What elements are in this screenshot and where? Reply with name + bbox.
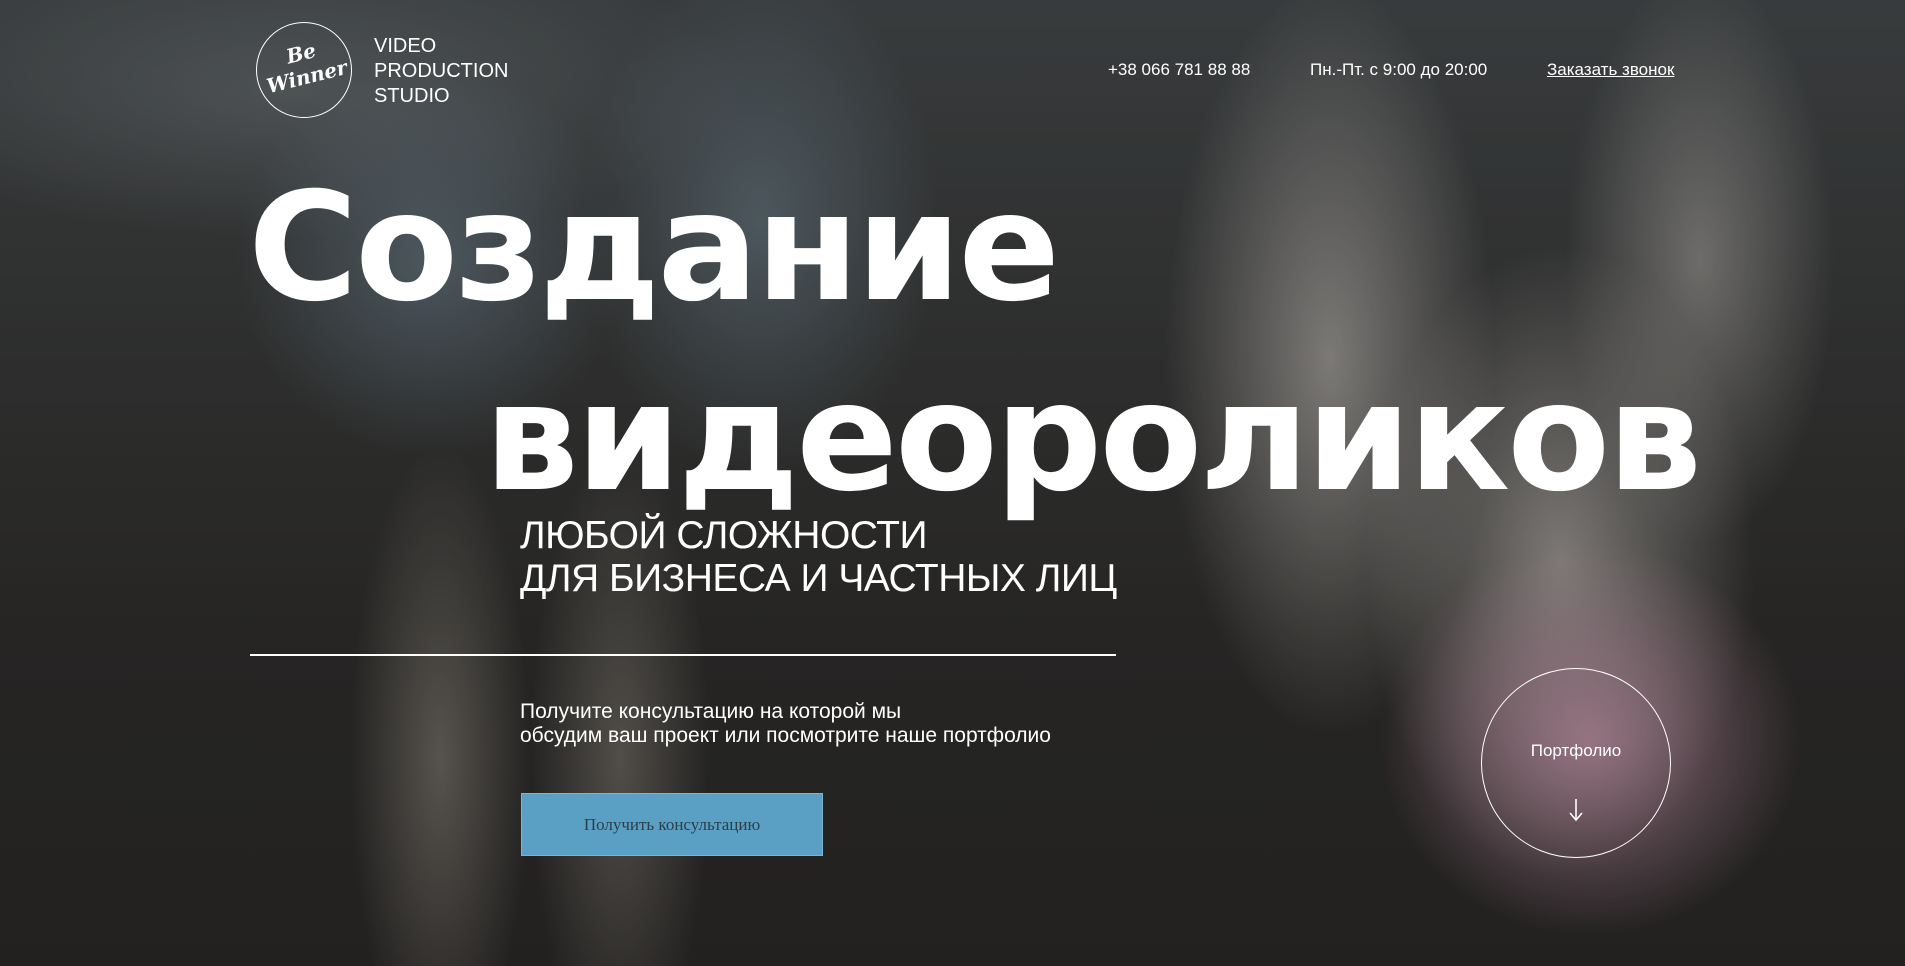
hero-section: Be Winner VIDEO PRODUCTION STUDIO +38 06…: [0, 0, 1905, 966]
studio-line-2: PRODUCTION: [374, 60, 509, 82]
page-title-line-2: видеороликов: [484, 351, 1702, 525]
studio-name: VIDEO PRODUCTION STUDIO: [374, 34, 534, 109]
working-hours: Пн.-Пт. с 9:00 до 20:00: [1310, 60, 1488, 79]
callback-link[interactable]: Заказать звонок: [1547, 60, 1674, 80]
get-consultation-button[interactable]: Получить консультацию: [521, 793, 823, 856]
page-title-line-1: Создание: [248, 161, 1060, 335]
cta-line-1: Получите консультацию на которой мы: [520, 700, 902, 723]
cta-line-2: обсудим ваш проект или посмотрите наше п…: [520, 724, 1051, 747]
portfolio-button[interactable]: Портфолио: [1481, 668, 1671, 858]
logo[interactable]: Be Winner: [256, 22, 352, 118]
logo-text: Be Winner: [264, 38, 350, 99]
portfolio-label: Портфолио: [1530, 741, 1622, 760]
cta-description: Получите консультацию на которой мы обсу…: [520, 700, 1051, 748]
subtitle-line-2: ДЛЯ БИЗНЕСА И ЧАСТНЫХ ЛИЦ: [520, 557, 1117, 600]
phone-number[interactable]: +38 066 781 88 88: [1108, 60, 1250, 80]
studio-line-3: STUDIO: [374, 85, 450, 107]
divider: [250, 654, 1116, 656]
subtitle: ЛЮБОЙ СЛОЖНОСТИ ДЛЯ БИЗНЕСА И ЧАСТНЫХ ЛИ…: [520, 514, 1117, 600]
studio-line-1: VIDEO: [374, 35, 437, 57]
subtitle-line-1: ЛЮБОЙ СЛОЖНОСТИ: [520, 514, 928, 557]
arrow-down-icon: [1569, 799, 1583, 822]
